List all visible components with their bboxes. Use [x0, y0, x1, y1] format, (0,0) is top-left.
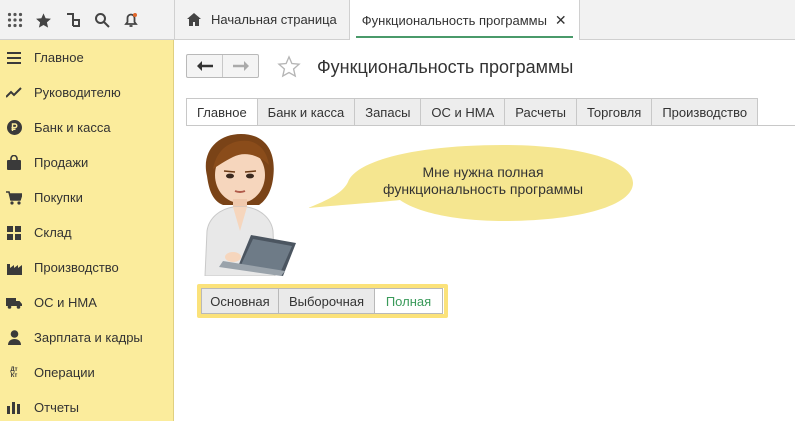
history-icon[interactable]	[58, 0, 87, 40]
tab-inventory[interactable]: Запасы	[355, 98, 422, 126]
sidebar-item-label: Главное	[34, 50, 84, 65]
tab-production[interactable]: Производство	[652, 98, 759, 126]
assistant-character-illustration	[204, 134, 296, 276]
sidebar-item-label: ОС и НМА	[34, 295, 97, 310]
apps-grid-icon[interactable]	[0, 0, 29, 40]
option-selective[interactable]: Выборочная	[279, 288, 375, 314]
arrow-left-icon	[196, 61, 213, 71]
notifications-bell-icon[interactable]	[116, 0, 145, 40]
menu-lines-icon	[6, 50, 22, 66]
favorite-star-icon[interactable]	[277, 55, 301, 78]
option-basic[interactable]: Основная	[201, 288, 279, 314]
factory-icon	[6, 260, 22, 276]
person-icon	[6, 330, 22, 346]
speech-bubble-text: Мне нужна полная функциональность програ…	[343, 164, 623, 198]
sidebar-item-label: Склад	[34, 225, 72, 240]
sidebar-item-label: Банк и касса	[34, 120, 111, 135]
tab-functionality[interactable]: Функциональность программы ✕	[348, 0, 580, 40]
sidebar-item-reports[interactable]: Отчеты	[0, 390, 173, 425]
shopping-bag-icon	[6, 155, 22, 171]
sidebar-item-label: Производство	[34, 260, 119, 275]
ruble-coin-icon	[6, 120, 22, 136]
forward-button[interactable]	[223, 55, 258, 77]
speech-bubble-line2: функциональность программы	[382, 181, 584, 197]
search-icon[interactable]	[87, 0, 116, 40]
dt-kt-icon: Дт Кт	[6, 365, 22, 381]
sidebar-item-bank[interactable]: Банк и касса	[0, 110, 173, 145]
shopping-cart-icon	[6, 190, 22, 206]
dt-kt-text: Дт Кт	[10, 366, 18, 379]
toolbar-icons	[0, 0, 174, 40]
sidebar-item-label: Операции	[34, 365, 95, 380]
sidebar-item-main[interactable]: Главное	[0, 40, 173, 75]
sidebar-item-label: Зарплата и кадры	[34, 330, 143, 345]
bar-chart-icon	[6, 400, 22, 416]
tab-main[interactable]: Главное	[186, 98, 258, 126]
tab-bank[interactable]: Банк и касса	[257, 98, 356, 126]
functionality-selector: Основная Выборочная Полная	[197, 284, 448, 318]
sidebar-item-purchases[interactable]: Покупки	[0, 180, 173, 215]
sidebar-item-label: Продажи	[34, 155, 89, 170]
close-icon[interactable]: ✕	[555, 12, 567, 29]
tab-functionality-label: Функциональность программы	[361, 12, 547, 28]
trend-chart-icon	[6, 85, 22, 101]
sidebar-item-manager[interactable]: Руководителю	[0, 75, 173, 110]
sidebar-item-sales[interactable]: Продажи	[0, 145, 173, 180]
tab-trade[interactable]: Торговля	[577, 98, 653, 126]
tabs-baseline	[186, 125, 795, 126]
sidebar-item-label: Покупки	[34, 190, 83, 205]
option-full[interactable]: Полная	[375, 288, 443, 314]
sidebar-item-operations[interactable]: Дт Кт Операции	[0, 355, 173, 390]
section-tabs: Главное Банк и касса Запасы ОС и НМА Рас…	[186, 98, 759, 126]
sidebar-item-label: Отчеты	[34, 400, 79, 415]
sidebar-item-salary[interactable]: Зарплата и кадры	[0, 320, 173, 355]
top-bar: Начальная страница Функциональность прог…	[0, 0, 795, 40]
sidebar-item-warehouse[interactable]: Склад	[0, 215, 173, 250]
sidebar-item-fixed-assets[interactable]: ОС и НМА	[0, 285, 173, 320]
main-area: Функциональность программы Главное Банк …	[175, 41, 795, 421]
page-title: Функциональность программы	[317, 57, 574, 77]
sidebar-item-label: Руководителю	[34, 85, 121, 100]
tab-fixed-assets[interactable]: ОС и НМА	[421, 98, 506, 126]
tab-home-page-label: Начальная страница	[211, 12, 337, 27]
window-tabs: Начальная страница Функциональность прог…	[174, 0, 580, 40]
warehouse-grid-icon	[6, 225, 22, 241]
tab-home-page[interactable]: Начальная страница	[174, 0, 349, 39]
navigation-buttons	[186, 54, 259, 78]
truck-icon	[6, 295, 22, 311]
sidebar-item-production[interactable]: Производство	[0, 250, 173, 285]
home-icon	[187, 13, 201, 26]
tab-settlements[interactable]: Расчеты	[505, 98, 577, 126]
arrow-right-icon	[232, 61, 249, 71]
favorites-star-icon[interactable]	[29, 0, 58, 40]
speech-bubble-line1: Мне нужна полная	[422, 164, 544, 180]
back-button[interactable]	[187, 55, 223, 77]
sidebar: Главное Руководителю Банк и касса Продаж…	[0, 40, 174, 421]
